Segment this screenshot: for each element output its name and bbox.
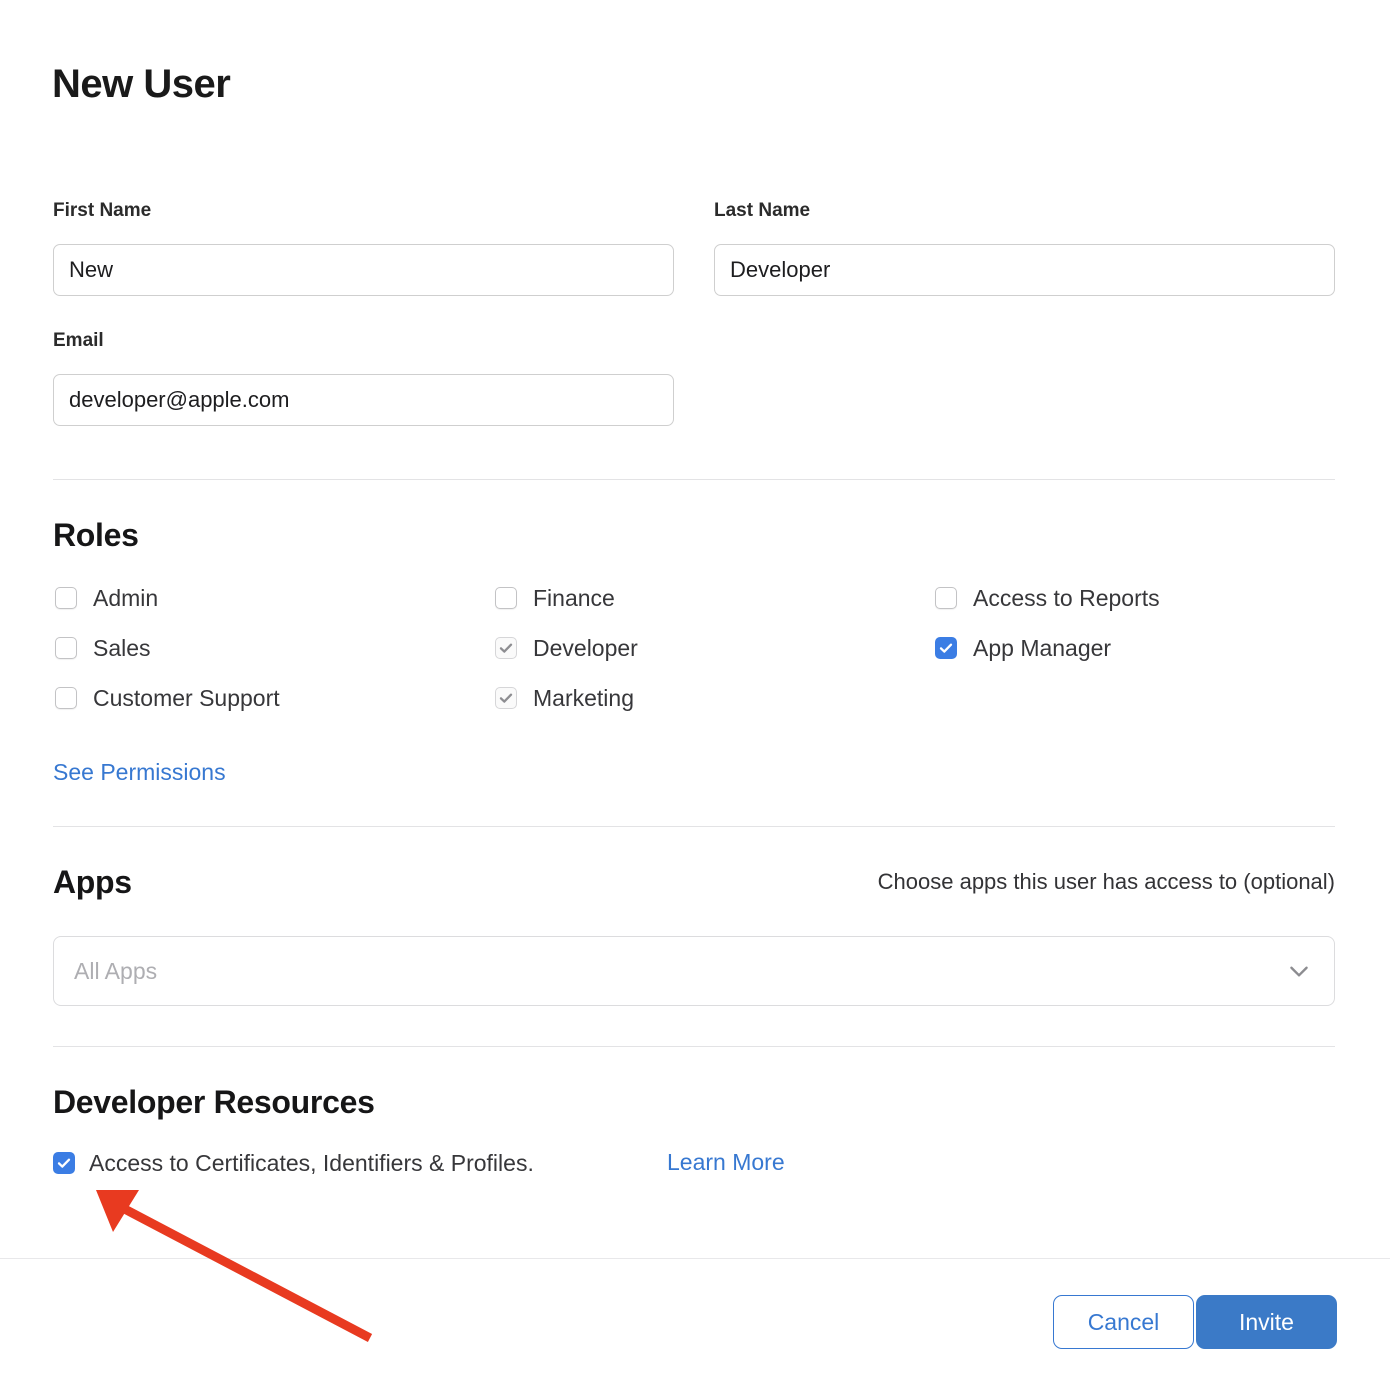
role-checkbox-row[interactable]: Sales <box>55 634 151 662</box>
developer-resources-checkbox[interactable] <box>53 1152 75 1174</box>
role-checkbox[interactable] <box>55 637 77 659</box>
new-user-dialog: New User First Name Last Name Email Role… <box>0 0 1390 1378</box>
role-checkbox-row[interactable]: Developer <box>495 634 638 662</box>
role-checkbox <box>495 687 517 709</box>
invite-button[interactable]: Invite <box>1196 1295 1337 1349</box>
developer-resources-checkbox-row[interactable]: Access to Certificates, Identifiers & Pr… <box>53 1149 534 1177</box>
learn-more-link[interactable]: Learn More <box>667 1151 785 1174</box>
apps-hint-text: Choose apps this user has access to (opt… <box>878 871 1335 893</box>
role-checkbox[interactable] <box>55 687 77 709</box>
role-checkbox[interactable] <box>55 587 77 609</box>
first-name-label: First Name <box>53 201 151 220</box>
role-checkbox[interactable] <box>935 637 957 659</box>
role-checkbox-row[interactable]: Admin <box>55 584 158 612</box>
first-name-input[interactable] <box>53 244 674 296</box>
divider-roles <box>53 479 1335 480</box>
email-label: Email <box>53 331 104 350</box>
role-checkbox <box>495 637 517 659</box>
role-checkbox[interactable] <box>935 587 957 609</box>
role-checkbox-label: Admin <box>93 587 158 610</box>
role-checkbox-label: Access to Reports <box>973 587 1160 610</box>
developer-resources-checkbox-label: Access to Certificates, Identifiers & Pr… <box>89 1152 534 1175</box>
divider-apps <box>53 826 1335 827</box>
chevron-down-icon <box>1286 958 1312 984</box>
cancel-button[interactable]: Cancel <box>1053 1295 1194 1349</box>
role-checkbox-label: Marketing <box>533 687 634 710</box>
role-checkbox-label: App Manager <box>973 637 1111 660</box>
footer-divider <box>0 1258 1390 1259</box>
developer-resources-heading: Developer Resources <box>53 1086 375 1118</box>
roles-heading: Roles <box>53 519 139 551</box>
see-permissions-link[interactable]: See Permissions <box>53 761 226 784</box>
apps-select-value: All Apps <box>74 958 157 985</box>
role-checkbox-row[interactable]: App Manager <box>935 634 1111 662</box>
role-checkbox-row[interactable]: Customer Support <box>55 684 280 712</box>
last-name-label: Last Name <box>714 201 810 220</box>
role-checkbox-label: Sales <box>93 637 151 660</box>
last-name-input[interactable] <box>714 244 1335 296</box>
role-checkbox-label: Developer <box>533 637 638 660</box>
role-checkbox-row[interactable]: Marketing <box>495 684 634 712</box>
apps-heading: Apps <box>53 866 132 898</box>
role-checkbox-row[interactable]: Finance <box>495 584 615 612</box>
divider-developer-resources <box>53 1046 1335 1047</box>
role-checkbox-label: Finance <box>533 587 615 610</box>
page-title: New User <box>52 64 230 104</box>
role-checkbox[interactable] <box>495 587 517 609</box>
email-input[interactable] <box>53 374 674 426</box>
role-checkbox-label: Customer Support <box>93 687 280 710</box>
apps-select[interactable]: All Apps <box>53 936 1335 1006</box>
role-checkbox-row[interactable]: Access to Reports <box>935 584 1160 612</box>
